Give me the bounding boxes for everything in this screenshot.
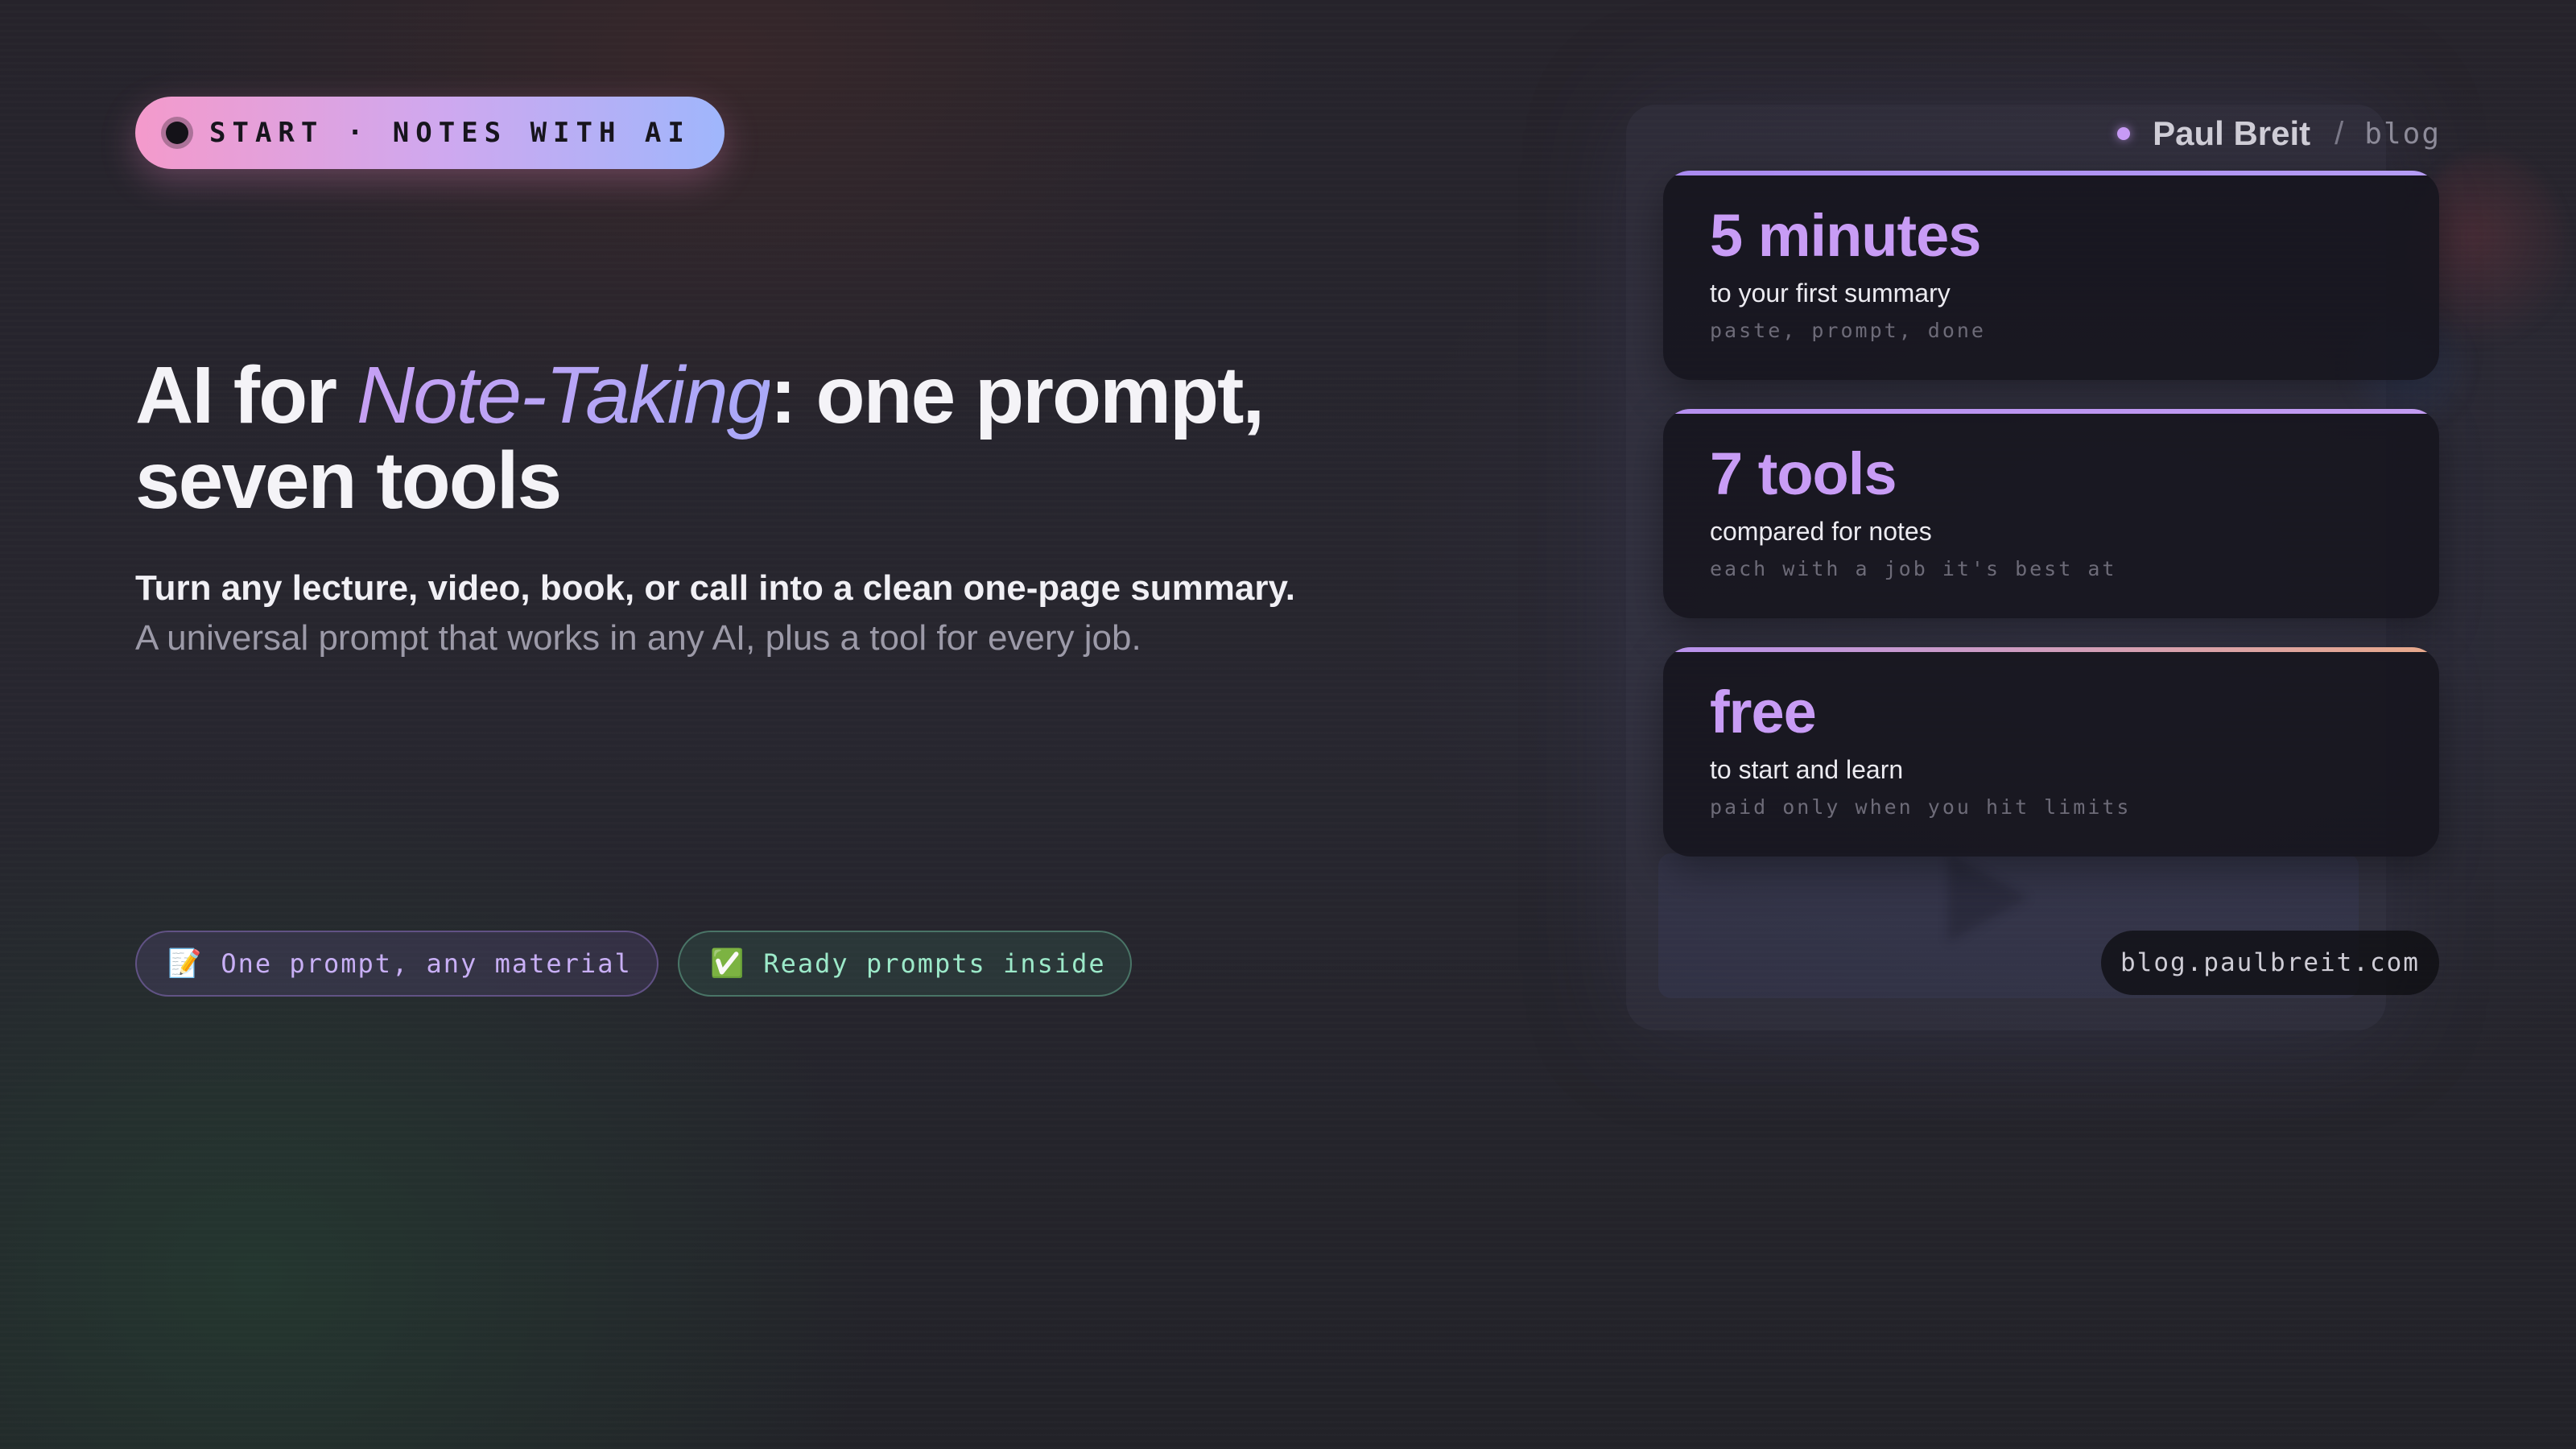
subtitle-secondary: A universal prompt that works in any AI,… (135, 618, 1141, 658)
stat-value: free (1710, 679, 1817, 745)
blog-url-link[interactable]: blog.paulbreit.com (2101, 931, 2439, 995)
background-play-icon (1948, 853, 2029, 942)
memo-icon: 📝 (167, 947, 204, 980)
topic-badge: START · NOTES WITH AI (135, 97, 724, 169)
stat-note: paste, prompt, done (1710, 319, 1986, 342)
record-dot-icon (166, 122, 188, 144)
card-accent-bar (1663, 409, 2439, 414)
stat-label: compared for notes (1710, 517, 1932, 546)
feature-tag-prompt: 📝 One prompt, any material (135, 931, 658, 997)
page-title: AI for Note-Taking: one prompt, seven to… (135, 353, 1343, 523)
author-byline: Paul Breit / blog (2117, 108, 2441, 159)
topic-badge-label: START · NOTES WITH AI (209, 117, 691, 149)
byline-separator: / (2334, 115, 2344, 151)
subtitle-primary: Turn any lecture, video, book, or call i… (135, 568, 1295, 608)
stat-card: 7 tools compared for notes each with a j… (1663, 409, 2439, 618)
stat-value: 5 minutes (1710, 202, 1981, 269)
card-accent-bar (1663, 171, 2439, 175)
stat-card: free to start and learn paid only when y… (1663, 647, 2439, 857)
stat-note: paid only when you hit limits (1710, 795, 2132, 819)
status-dot-icon (2117, 127, 2131, 140)
author-name: Paul Breit (2153, 114, 2311, 152)
feature-tag-label: Ready prompts inside (763, 948, 1106, 979)
byline-section: blog (2364, 117, 2441, 151)
feature-tag-ready: ✅ Ready prompts inside (678, 931, 1132, 997)
stat-card: 5 minutes to your first summary paste, p… (1663, 171, 2439, 380)
title-prefix: AI for (135, 350, 357, 440)
stat-label: to start and learn (1710, 755, 1904, 784)
check-mark-icon: ✅ (710, 947, 746, 980)
title-highlight: Note-Taking (356, 350, 771, 440)
stat-label: to your first summary (1710, 279, 1951, 308)
stat-note: each with a job it's best at (1710, 557, 2117, 580)
card-accent-bar (1663, 647, 2439, 652)
stat-value: 7 tools (1710, 440, 1897, 507)
feature-tag-label: One prompt, any material (221, 948, 632, 979)
